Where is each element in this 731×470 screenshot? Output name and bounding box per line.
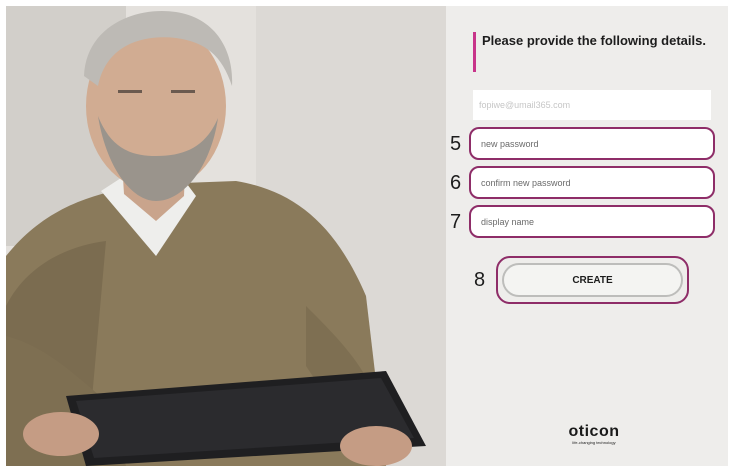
brand-logo: oticon life-changing technology [564,423,624,446]
step-8-label: 8 [474,269,486,291]
email-field[interactable] [473,90,711,120]
new-password-input[interactable] [469,127,715,160]
signup-panel: Please provide the following details. 5 … [446,6,728,466]
person-with-tablet-photo-icon [6,6,446,466]
form-heading: Please provide the following details. [482,33,706,48]
step-6-label: 6 [450,172,462,194]
step-5-label: 5 [450,133,462,155]
heading-accent-bar [473,32,476,72]
logo-wordmark: oticon [568,423,620,440]
create-button[interactable]: CREATE [502,263,683,297]
step-7-label: 7 [450,211,462,233]
logo-tagline: life-changing technology [572,440,616,445]
display-name-input[interactable] [469,205,715,238]
create-button-highlight: CREATE [496,256,689,304]
heading-block: Please provide the following details. [473,32,713,72]
confirm-password-input[interactable] [469,166,715,199]
hero-photo [6,6,446,466]
